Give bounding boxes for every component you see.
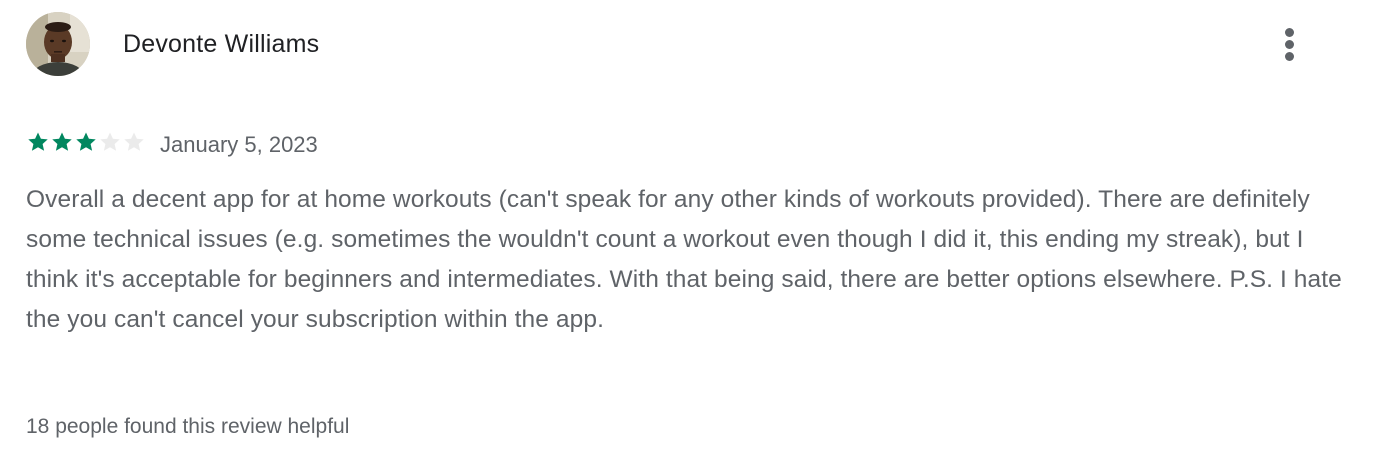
review-header: Devonte Williams [26,12,1366,76]
rating-row: January 5, 2023 [26,128,726,158]
vertical-dots-icon [1285,52,1294,61]
star-filled-icon [26,130,50,154]
star-empty-icon [122,130,146,154]
review-date: January 5, 2023 [160,132,318,157]
star-empty-icon [98,130,122,154]
more-options-button[interactable] [1270,22,1310,66]
review-card: Devonte Williams January 5, 2023 Overall… [0,0,1397,458]
star-filled-icon [50,130,74,154]
vertical-dots-icon [1285,40,1294,49]
vertical-dots-icon [1285,28,1294,37]
user-photo-avatar-icon [26,12,90,76]
helpful-count: 18 people found this review helpful [26,415,350,438]
star-filled-icon [74,130,98,154]
star-rating [26,130,146,154]
avatar [26,12,90,76]
review-text: Overall a decent app for at home workout… [26,186,1342,333]
author-name: Devonte Williams [123,30,320,58]
